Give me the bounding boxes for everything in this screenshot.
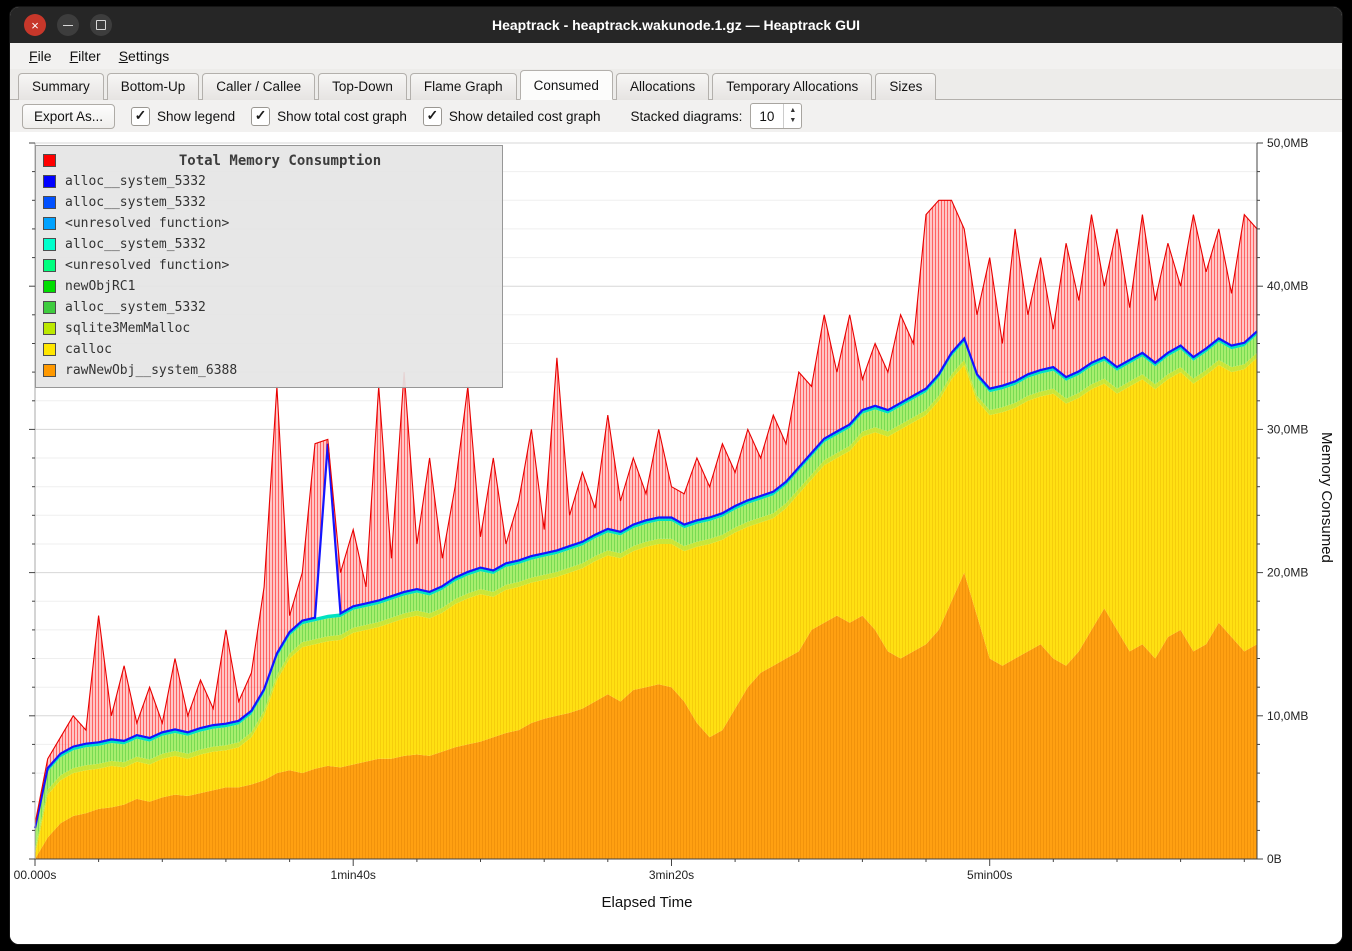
- svg-text:00.000s: 00.000s: [14, 868, 57, 882]
- tab-top-down[interactable]: Top-Down: [318, 73, 407, 100]
- show-detailed-cost-checkbox[interactable]: Show detailed cost graph: [423, 107, 601, 126]
- legend-row: <unresolved function>: [43, 255, 495, 276]
- legend-swatch-icon: [43, 343, 56, 356]
- chart-legend: Total Memory Consumption alloc__system_53…: [35, 145, 503, 388]
- heaptrack-window: × Heaptrack - heaptrack.wakunode.1.gz — …: [9, 6, 1343, 945]
- tab-caller-callee[interactable]: Caller / Callee: [202, 73, 315, 100]
- tabbar: Summary Bottom-Up Caller / Callee Top-Do…: [10, 69, 1342, 100]
- legend-row: newObjRC1: [43, 276, 495, 297]
- legend-swatch-icon: [43, 322, 56, 335]
- tab-allocations[interactable]: Allocations: [616, 73, 709, 100]
- legend-row: calloc: [43, 339, 495, 360]
- legend-label: <unresolved function>: [65, 258, 229, 273]
- maximize-icon: [96, 20, 106, 30]
- svg-text:20,0MB: 20,0MB: [1267, 566, 1308, 580]
- svg-text:30,0MB: 30,0MB: [1267, 422, 1308, 436]
- legend-label: alloc__system_5332: [65, 195, 206, 210]
- legend-swatch-icon: [43, 175, 56, 188]
- svg-text:3min20s: 3min20s: [649, 868, 694, 882]
- stacked-diagrams-spinner[interactable]: 10 ▲ ▼: [750, 103, 802, 129]
- svg-text:10,0MB: 10,0MB: [1267, 709, 1308, 723]
- tab-flame-graph[interactable]: Flame Graph: [410, 73, 517, 100]
- y-axis-title: Memory Consumed: [1318, 432, 1335, 563]
- consumed-chart-region: 0B 10,0MB 20,0MB 30,0MB 40,0MB 50,0MB 00.000s 1…: [10, 132, 1342, 944]
- legend-row: <unresolved function>: [43, 213, 495, 234]
- legend-label: <unresolved function>: [65, 216, 229, 231]
- menu-filter[interactable]: Filter: [61, 45, 110, 67]
- legend-row: alloc__system_5332: [43, 234, 495, 255]
- export-as-button[interactable]: Export As...: [22, 104, 115, 129]
- legend-label: Total Memory Consumption: [65, 153, 495, 169]
- legend-label: alloc__system_5332: [65, 300, 206, 315]
- svg-text:5min00s: 5min00s: [967, 868, 1012, 882]
- svg-text:0B: 0B: [1267, 852, 1282, 866]
- tab-temporary-allocations[interactable]: Temporary Allocations: [712, 73, 872, 100]
- toolbar: Export As... Show legend Show total cost…: [10, 100, 1342, 132]
- legend-label: sqlite3MemMalloc: [65, 321, 190, 336]
- legend-row: sqlite3MemMalloc: [43, 318, 495, 339]
- tab-bottom-up[interactable]: Bottom-Up: [107, 73, 200, 100]
- checkbox-box-icon[interactable]: [131, 107, 150, 126]
- spinner-down-icon[interactable]: ▼: [784, 116, 801, 126]
- window-title: Heaptrack - heaptrack.wakunode.1.gz — He…: [10, 17, 1342, 33]
- svg-text:40,0MB: 40,0MB: [1267, 279, 1308, 293]
- tab-consumed[interactable]: Consumed: [520, 70, 613, 100]
- show-legend-checkbox[interactable]: Show legend: [131, 107, 235, 126]
- x-axis-title: Elapsed Time: [601, 894, 693, 911]
- maximize-button[interactable]: [90, 14, 112, 36]
- legend-label: newObjRC1: [65, 279, 135, 294]
- legend-swatch-icon: [43, 364, 56, 377]
- show-legend-label: Show legend: [157, 109, 235, 124]
- legend-label: rawNewObj__system_6388: [65, 363, 237, 378]
- legend-row: alloc__system_5332: [43, 192, 495, 213]
- show-total-cost-checkbox[interactable]: Show total cost graph: [251, 107, 407, 126]
- tab-summary[interactable]: Summary: [18, 73, 104, 100]
- window-buttons: ×: [24, 7, 112, 43]
- show-detailed-cost-label: Show detailed cost graph: [449, 109, 601, 124]
- minimize-icon: [63, 25, 73, 26]
- legend-label: calloc: [65, 342, 112, 357]
- close-button[interactable]: ×: [24, 14, 46, 36]
- stacked-diagrams-label: Stacked diagrams:: [631, 109, 743, 124]
- legend-swatch-icon: [43, 238, 56, 251]
- menu-settings[interactable]: Settings: [110, 45, 179, 67]
- show-total-cost-label: Show total cost graph: [277, 109, 407, 124]
- spinner-arrows: ▲ ▼: [783, 104, 801, 128]
- legend-title-row: Total Memory Consumption: [43, 150, 495, 171]
- tab-sizes[interactable]: Sizes: [875, 73, 936, 100]
- checkbox-box-icon[interactable]: [251, 107, 270, 126]
- legend-swatch-icon: [43, 301, 56, 314]
- legend-label: alloc__system_5332: [65, 174, 206, 189]
- menubar: File Filter Settings: [10, 43, 1342, 69]
- legend-row: alloc__system_5332: [43, 297, 495, 318]
- legend-row: rawNewObj__system_6388: [43, 360, 495, 381]
- minimize-button[interactable]: [57, 14, 79, 36]
- close-icon: ×: [31, 19, 39, 32]
- checkbox-box-icon[interactable]: [423, 107, 442, 126]
- spinner-value[interactable]: 10: [751, 104, 783, 128]
- svg-text:1min40s: 1min40s: [331, 868, 376, 882]
- legend-swatch-icon: [43, 154, 56, 167]
- titlebar[interactable]: × Heaptrack - heaptrack.wakunode.1.gz — …: [10, 7, 1342, 43]
- legend-label: alloc__system_5332: [65, 237, 206, 252]
- legend-swatch-icon: [43, 259, 56, 272]
- menu-file[interactable]: File: [20, 45, 61, 67]
- legend-swatch-icon: [43, 217, 56, 230]
- legend-swatch-icon: [43, 280, 56, 293]
- legend-row: alloc__system_5332: [43, 171, 495, 192]
- svg-text:50,0MB: 50,0MB: [1267, 136, 1308, 150]
- legend-swatch-icon: [43, 196, 56, 209]
- spinner-up-icon[interactable]: ▲: [784, 106, 801, 116]
